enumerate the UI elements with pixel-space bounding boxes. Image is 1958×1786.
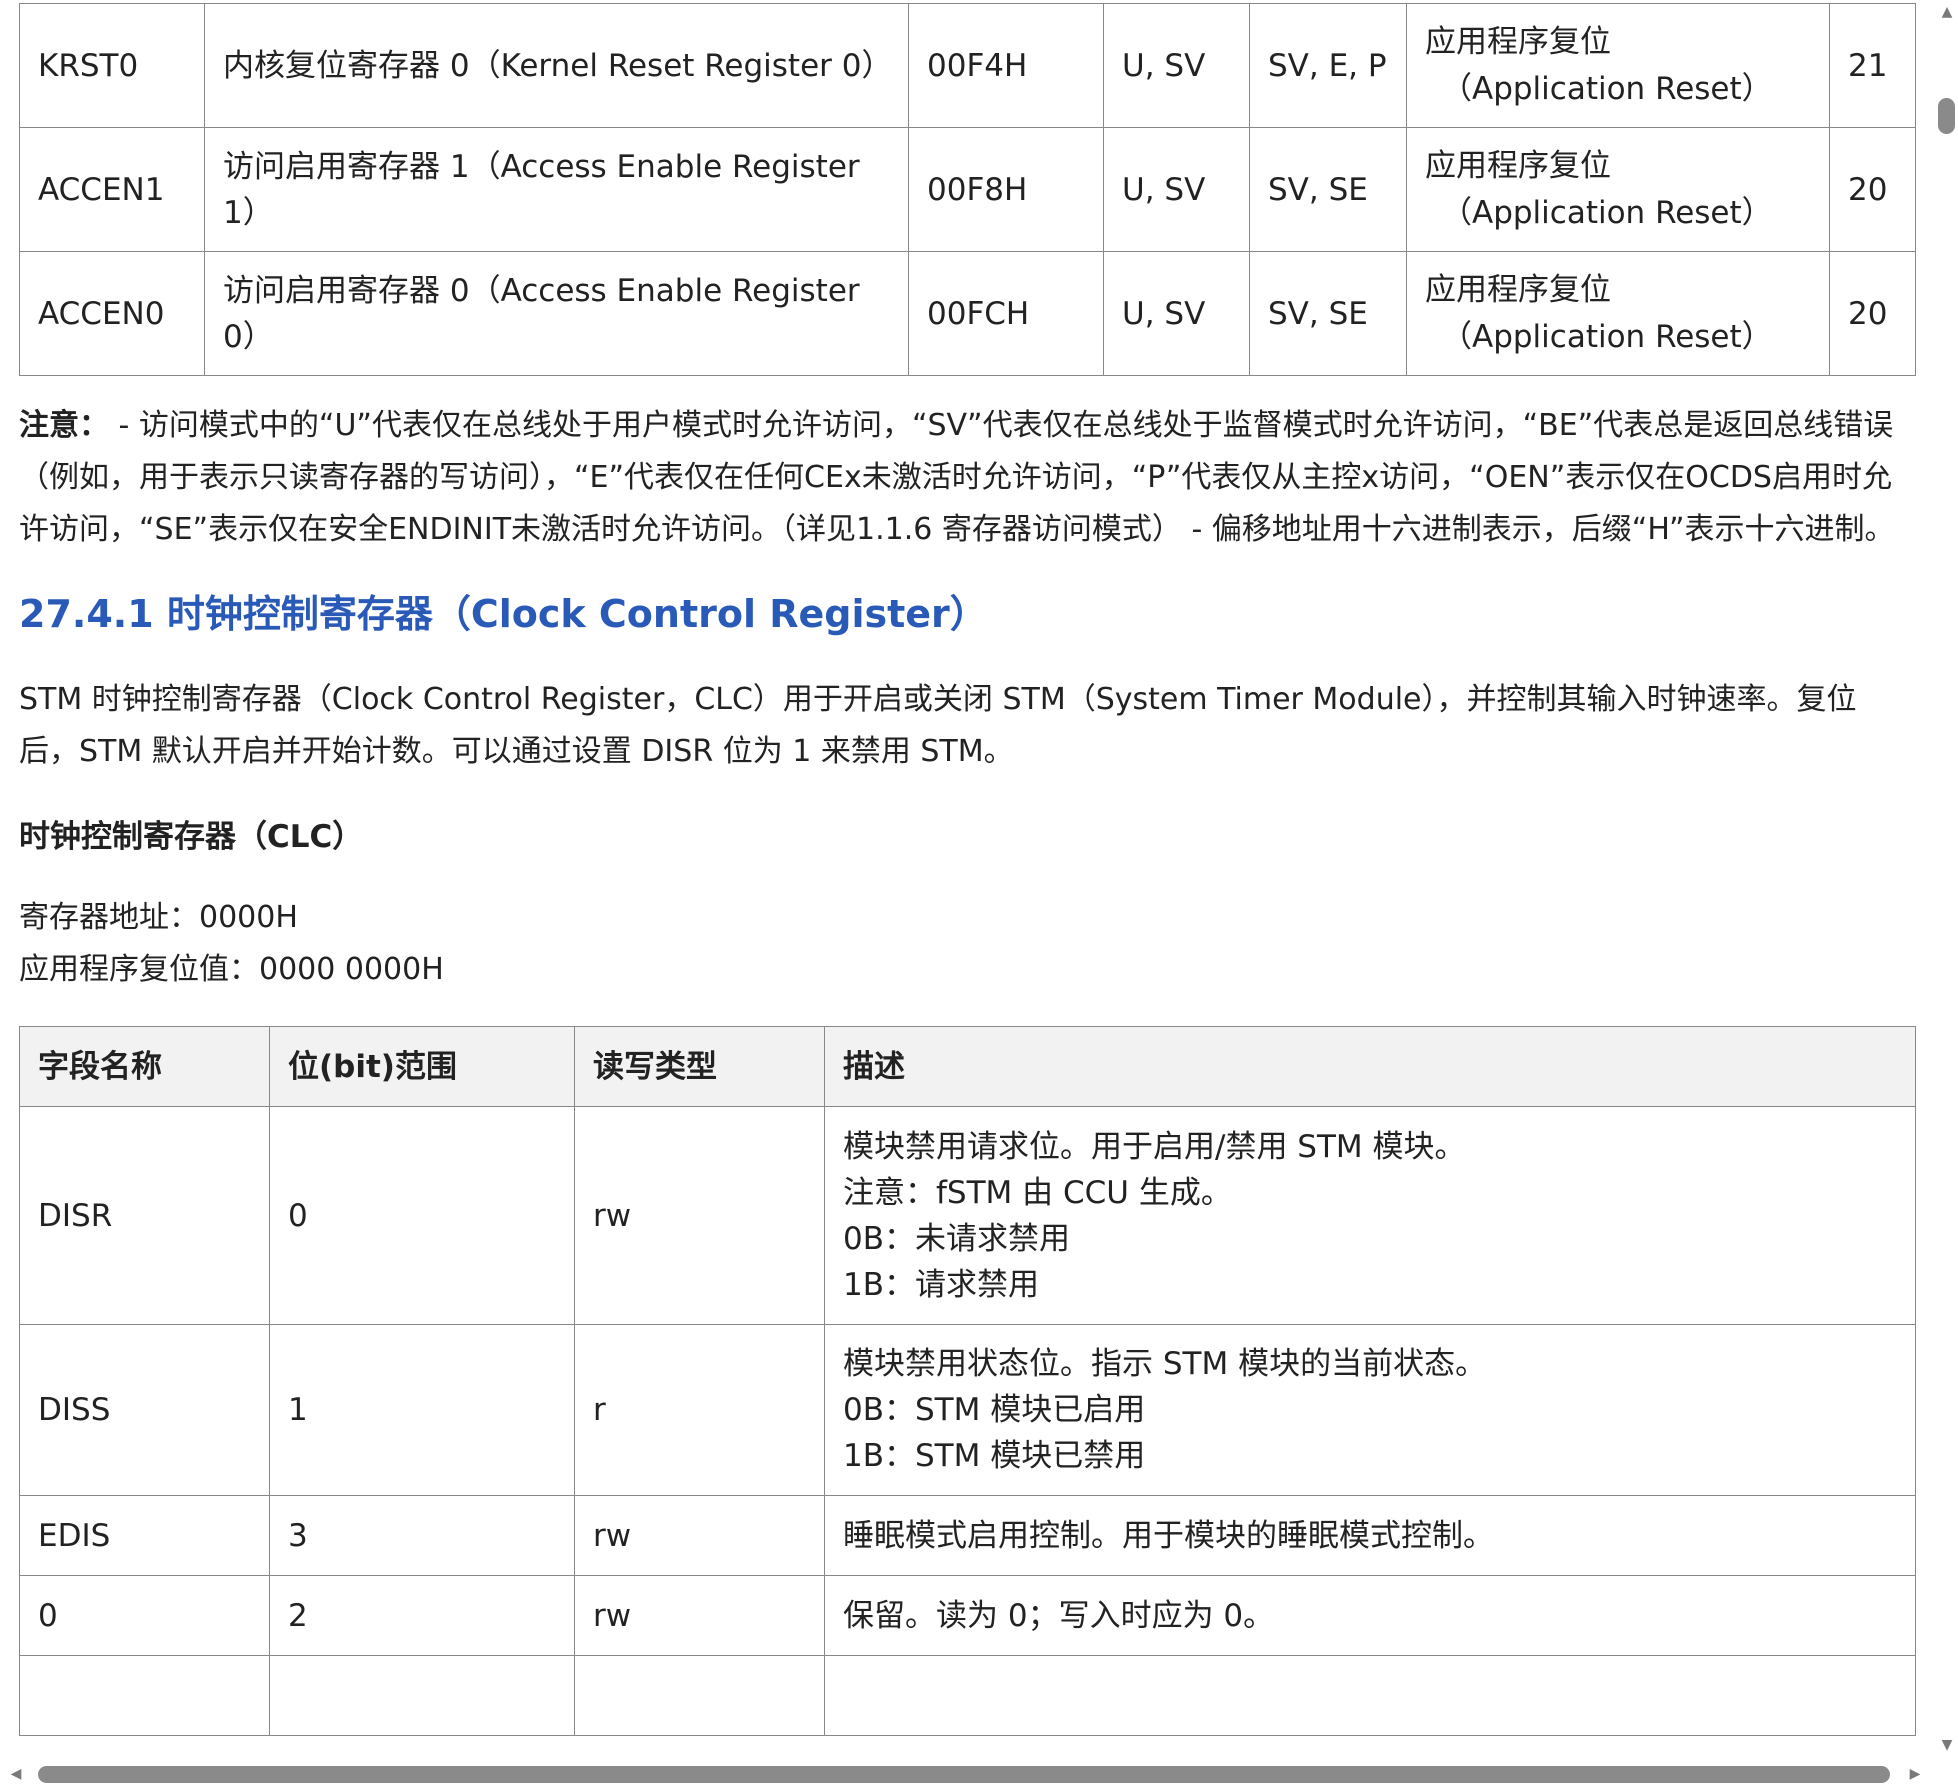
register-short-name: KRST0 [19, 3, 205, 128]
register-write-access: SV, SE [1249, 127, 1407, 252]
scroll-up-icon[interactable]: ▲ [1937, 2, 1957, 22]
table-row: ACCEN0 访问启用寄存器 0（Access Enable Register … [19, 251, 1916, 376]
field-description: 模块禁用状态位。指示 STM 模块的当前状态。 0B：STM 模块已启用 1B：… [824, 1324, 1916, 1496]
table-header-row: 字段名称 位(bit)范围 读写类型 描述 [19, 1026, 1916, 1107]
vertical-scrollbar-thumb[interactable] [1938, 98, 1955, 134]
field-bits: 2 [269, 1575, 575, 1656]
description-line: 1B：STM 模块已禁用 [843, 1438, 1146, 1474]
register-offset: 00F8H [908, 127, 1104, 252]
register-reset-type: 应用程序复位 （Application Reset） [1406, 251, 1830, 376]
field-access: r [574, 1324, 825, 1496]
register-read-access: U, SV [1103, 3, 1250, 128]
document-body: KRST0 内核复位寄存器 0（Kernel Reset Register 0）… [19, 3, 1916, 1736]
reset-type-line: 应用程序复位 [1425, 271, 1611, 308]
section-intro: STM 时钟控制寄存器（Clock Control Register，CLC）用… [19, 682, 1857, 769]
register-offset: 00FCH [908, 251, 1104, 376]
reset-type-line: 应用程序复位 [1425, 23, 1611, 60]
scroll-left-icon[interactable]: ◀ [6, 1764, 26, 1784]
reset-type-line: （Application Reset） [1441, 70, 1773, 107]
register-read-access: U, SV [1103, 251, 1250, 376]
field-access [574, 1655, 825, 1736]
register-address: 寄存器地址：0000H [19, 900, 298, 935]
document-viewport: KRST0 内核复位寄存器 0（Kernel Reset Register 0）… [0, 0, 1936, 1763]
register-read-access: U, SV [1103, 127, 1250, 252]
table-row: DISR 0 rw 模块禁用请求位。用于启用/禁用 STM 模块。 注意：fST… [19, 1106, 1916, 1325]
field-name: EDIS [19, 1495, 270, 1576]
table-row: ACCEN1 访问启用寄存器 1（Access Enable Register … [19, 127, 1916, 252]
description-line: 睡眠模式启用控制。用于模块的睡眠模式控制。 [843, 1517, 1494, 1554]
register-long-name: 访问启用寄存器 0（Access Enable Register 0） [204, 251, 909, 376]
field-name: DISS [19, 1324, 270, 1496]
register-offset: 00F4H [908, 3, 1104, 128]
register-reset-value: 应用程序复位值：0000 0000H [19, 952, 444, 987]
column-header: 描述 [824, 1026, 1916, 1107]
register-write-access: SV, SE [1249, 251, 1407, 376]
note-label: 注意： [19, 408, 109, 443]
table-row: DISS 1 r 模块禁用状态位。指示 STM 模块的当前状态。 0B：STM … [19, 1324, 1916, 1496]
field-bits [269, 1655, 575, 1736]
field-bits: 3 [269, 1495, 575, 1576]
description-line: 0B：未请求禁用 [843, 1220, 1070, 1257]
register-write-access: SV, E, P [1249, 3, 1407, 128]
field-description [824, 1655, 1916, 1736]
clc-field-table: 字段名称 位(bit)范围 读写类型 描述 DISR 0 rw 模块禁用请求位。… [19, 1026, 1916, 1736]
field-bits: 0 [269, 1106, 575, 1325]
field-access: rw [574, 1495, 825, 1576]
reset-type-line: （Application Reset） [1441, 318, 1773, 355]
description-line: 保留。读为 0；写入时应为 0。 [843, 1597, 1275, 1634]
access-mode-note: 注意： - 访问模式中的“U”代表仅在总线处于用户模式时允许访问，“SV”代表仅… [19, 400, 1915, 556]
register-short-name: ACCEN0 [19, 251, 205, 376]
table-row: EDIS 3 rw 睡眠模式启用控制。用于模块的睡眠模式控制。 [19, 1495, 1916, 1576]
table-row: 0 2 rw 保留。读为 0；写入时应为 0。 [19, 1575, 1916, 1656]
reset-type-line: 应用程序复位 [1425, 147, 1611, 184]
field-name: DISR [19, 1106, 270, 1325]
description-line: 0B：STM 模块已启用 [843, 1392, 1146, 1428]
section-heading: 27.4.1 时钟控制寄存器（Clock Control Register） [19, 592, 988, 636]
register-short-name: ACCEN1 [19, 127, 205, 252]
table-row [19, 1655, 1916, 1736]
scroll-down-icon[interactable]: ▼ [1937, 1735, 1957, 1755]
register-long-name: 内核复位寄存器 0（Kernel Reset Register 0） [204, 3, 909, 128]
description-line: 模块禁用状态位。指示 STM 模块的当前状态。 [843, 1346, 1487, 1382]
register-reset-type: 应用程序复位 （Application Reset） [1406, 127, 1830, 252]
register-long-name: 访问启用寄存器 1（Access Enable Register 1） [204, 127, 909, 252]
register-summary-table: KRST0 内核复位寄存器 0（Kernel Reset Register 0）… [19, 3, 1916, 376]
table-row: KRST0 内核复位寄存器 0（Kernel Reset Register 0）… [19, 3, 1916, 128]
column-header: 字段名称 [19, 1026, 270, 1107]
field-access: rw [574, 1106, 825, 1325]
description-line: 1B：请求禁用 [843, 1266, 1039, 1303]
register-page: 21 [1829, 3, 1916, 128]
scroll-right-icon[interactable]: ▶ [1905, 1764, 1925, 1784]
field-description: 睡眠模式启用控制。用于模块的睡眠模式控制。 [824, 1495, 1916, 1576]
note-text: - 访问模式中的“U”代表仅在总线处于用户模式时允许访问，“SV”代表仅在总线处… [19, 408, 1895, 547]
reset-type-line: （Application Reset） [1441, 194, 1773, 231]
register-page: 20 [1829, 127, 1916, 252]
register-page: 20 [1829, 251, 1916, 376]
field-bits: 1 [269, 1324, 575, 1496]
field-access: rw [574, 1575, 825, 1656]
horizontal-scrollbar-thumb[interactable] [38, 1766, 1890, 1783]
register-title: 时钟控制寄存器（CLC） [19, 819, 364, 855]
field-name [19, 1655, 270, 1736]
vertical-scrollbar[interactable] [1936, 0, 1958, 1763]
column-header: 读写类型 [574, 1026, 825, 1107]
column-header: 位(bit)范围 [269, 1026, 575, 1107]
field-description: 保留。读为 0；写入时应为 0。 [824, 1575, 1916, 1656]
register-reset-type: 应用程序复位 （Application Reset） [1406, 3, 1830, 128]
field-description: 模块禁用请求位。用于启用/禁用 STM 模块。 注意：fSTM 由 CCU 生成… [824, 1106, 1916, 1325]
description-line: 模块禁用请求位。用于启用/禁用 STM 模块。 [843, 1128, 1466, 1165]
description-line: 注意：fSTM 由 CCU 生成。 [843, 1174, 1232, 1211]
field-name: 0 [19, 1575, 270, 1656]
